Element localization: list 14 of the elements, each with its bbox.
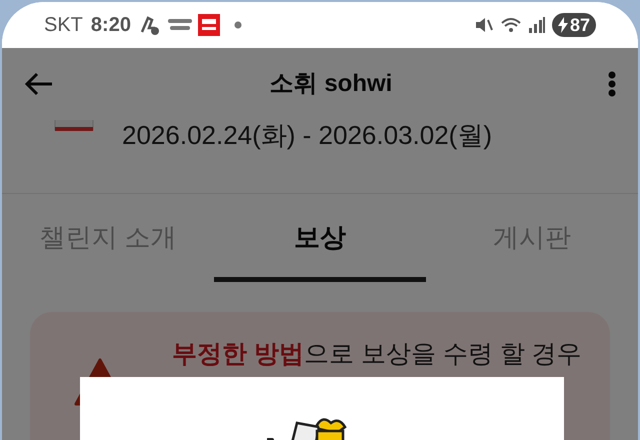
news-app-icon — [198, 14, 220, 36]
battery-level: 87 — [570, 14, 590, 36]
challenge-period: 2026.02.24(화) - 2026.03.02(월) — [122, 121, 492, 149]
page-title: 소휘 sohwi — [268, 69, 394, 99]
dot-icon — [234, 21, 242, 29]
signal-icon — [528, 16, 546, 34]
more-options-icon[interactable] — [608, 71, 616, 97]
back-arrow-icon[interactable] — [24, 72, 54, 96]
lightning-icon — [558, 17, 568, 33]
clock: 8:20 — [90, 13, 131, 38]
warning-text: 부정한 방법으로 보상을 수령 할 경우 — [172, 339, 582, 370]
mute-icon — [474, 15, 494, 35]
carrier-name: SKT — [44, 13, 83, 38]
tab[interactable]: 보상 — [214, 194, 426, 282]
